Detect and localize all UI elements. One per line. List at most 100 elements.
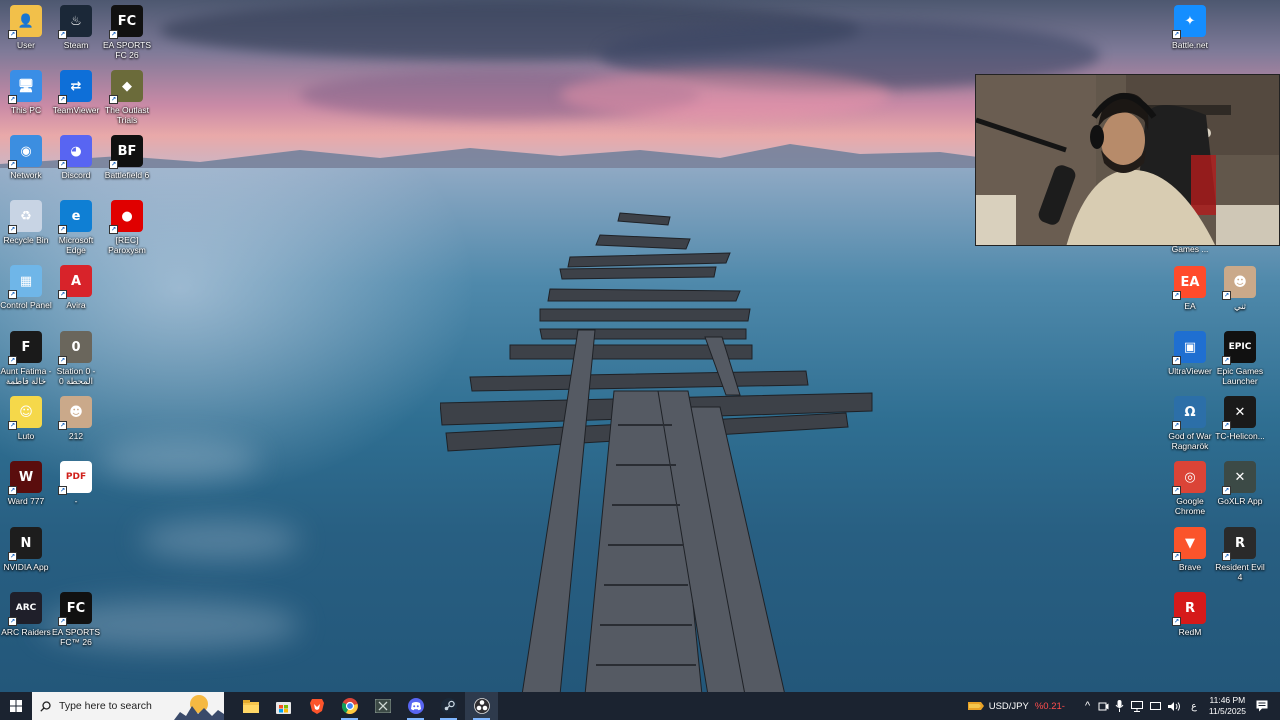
desktop-shortcut-recycle-bin[interactable]: ♻ ↗ Recycle Bin: [0, 200, 52, 262]
desktop-shortcut-label: RedM: [1178, 627, 1202, 637]
ticker-label[interactable]: USD/JPY: [989, 701, 1029, 712]
taskbar-chrome[interactable]: [333, 692, 366, 720]
desktop-shortcut-ward-777[interactable]: W ↗ Ward 777: [0, 461, 52, 523]
clock[interactable]: 11:46 PM 11/5/2025: [1209, 695, 1246, 717]
notifications-icon[interactable]: [1256, 700, 1268, 712]
ticker-change[interactable]: %0.21-: [1035, 701, 1065, 712]
start-button[interactable]: [0, 692, 32, 720]
shortcut-arrow-icon: ↗: [109, 225, 118, 234]
fc26-icon: FC ↗: [109, 5, 143, 39]
desktop-shortcut-ea-sports-fc-26[interactable]: FC ↗ EA SPORTS FC™ 26: [50, 592, 102, 654]
desktop-shortcut-ultraviewer[interactable]: ▣ ↗ UltraViewer: [1164, 331, 1216, 393]
battlefield-icon: BF ↗: [109, 135, 143, 169]
desktop-shortcut-label: The Outlast Trials: [105, 105, 149, 125]
desktop-shortcut-label: Network: [10, 170, 42, 180]
desktop-shortcut-tc-helicon[interactable]: ✕ ↗ TC-Helicon...: [1214, 396, 1266, 458]
shortcut-arrow-icon: ↗: [8, 356, 17, 365]
god-of-war-icon: Ω ↗: [1172, 396, 1206, 430]
shortcut-arrow-icon: ↗: [1222, 552, 1231, 561]
taskbar-brave[interactable]: [300, 692, 333, 720]
taskbar-obs[interactable]: [465, 692, 498, 720]
desktop-shortcut-212[interactable]: ☻ ↗ 212: [50, 396, 102, 458]
desktop-shortcut-label: Discord: [61, 170, 91, 180]
desktop-shortcut-item[interactable]: PDF ↗ -: [50, 461, 102, 523]
desktop-shortcut-label: Battlefield 6: [104, 170, 150, 180]
taskbar-discord[interactable]: [399, 692, 432, 720]
shortcut-arrow-icon: ↗: [1172, 421, 1181, 430]
brave-icon: ▼ ↗: [1172, 527, 1206, 561]
shortcut-arrow-icon: ↗: [1222, 486, 1231, 495]
desktop-shortcut-label: TC-Helicon...: [1215, 431, 1265, 441]
microphone-icon[interactable]: [1115, 700, 1124, 712]
desktop-shortcut-discord[interactable]: ◕ ↗ Discord: [50, 135, 102, 197]
desktop-shortcut-google-chrome[interactable]: ◎ ↗ Google Chrome: [1164, 461, 1216, 523]
desktop-shortcut-label: Brave: [1178, 562, 1202, 572]
desktop-shortcut-brave[interactable]: ▼ ↗ Brave: [1164, 527, 1216, 589]
taskbar-store[interactable]: [267, 692, 300, 720]
desktop-shortcut-microsoft-edge[interactable]: e ↗ Microsoft Edge: [50, 200, 102, 262]
desktop-shortcut-control-panel[interactable]: ▦ ↗ Control Panel: [0, 265, 52, 327]
desktop-shortcut-network[interactable]: ◉ ↗ Network: [0, 135, 52, 197]
shortcut-arrow-icon: ↗: [109, 30, 118, 39]
desktop-shortcut-battlefield-6[interactable]: BF ↗ Battlefield 6: [101, 135, 153, 197]
desktop-shortcut-label: Avira: [66, 300, 86, 310]
meet-now-icon[interactable]: [1098, 701, 1109, 712]
desktop-shortcut-label: TeamViewer: [52, 105, 100, 115]
desktop-shortcut-the-outlast-trials[interactable]: ◆ ↗ The Outlast Trials: [101, 70, 153, 132]
desktop-shortcut-resident-evil-4[interactable]: R ↗ Resident Evil 4: [1214, 527, 1266, 589]
arc-raiders-icon: ARC ↗: [8, 592, 42, 626]
desktop-shortcut-label: Aunt Fatima - خالة فاطمة: [0, 366, 52, 386]
network-icon[interactable]: [1131, 700, 1144, 712]
desktop-shortcut-label: [REC] Paroxysm: [108, 235, 146, 255]
computer-icon: 🖥 ↗: [8, 70, 42, 104]
station-icon: 0 ↗: [58, 331, 92, 365]
desktop-shortcut-ea-sports-fc-26[interactable]: FC ↗ EA SPORTS FC 26: [101, 5, 153, 67]
currency-ticker-icon: [967, 702, 984, 710]
brave-icon: [309, 699, 324, 714]
chevron-up-icon[interactable]: ^: [1085, 700, 1090, 712]
taskbar-file-explorer[interactable]: [234, 692, 267, 720]
desktop-shortcut-teamviewer[interactable]: ⇄ ↗ TeamViewer: [50, 70, 102, 132]
desktop-shortcut-arc-raiders[interactable]: ARC ↗ ARC Raiders: [0, 592, 52, 654]
desktop-shortcut-nvidia-app[interactable]: N ↗ NVIDIA App: [0, 527, 52, 589]
taskbar-goxlr[interactable]: [366, 692, 399, 720]
desktop-shortcut-this-pc[interactable]: 🖥 ↗ This PC: [0, 70, 52, 132]
desktop-shortcut-epic-games-launcher[interactable]: EPIC ↗ Epic Games Launcher: [1214, 331, 1266, 393]
desktop-shortcut-steam[interactable]: ♨ ↗ Steam: [50, 5, 102, 67]
desktop-shortcut-item[interactable]: ☻ ↗ ثني: [1214, 266, 1266, 328]
re4-icon: R ↗: [1222, 527, 1256, 561]
desktop-shortcut-label: ثني: [1233, 301, 1246, 311]
epic-icon: EPIC ↗: [1222, 331, 1256, 365]
search-placeholder: Type here to search: [59, 700, 152, 712]
desktop-shortcut-user[interactable]: 👤 ↗ User: [0, 5, 52, 67]
desktop-shortcut-label: Control Panel: [0, 300, 52, 310]
desktop-shortcut-rec-paroxysm[interactable]: ● ↗ [REC] Paroxysm: [101, 200, 153, 262]
shortcut-arrow-icon: ↗: [1222, 421, 1231, 430]
wallpaper-mist: [140, 520, 300, 560]
taskbar-search-box[interactable]: Type here to search: [32, 692, 224, 720]
display-icon[interactable]: [1150, 701, 1162, 712]
control-panel-icon: ▦ ↗: [8, 265, 42, 299]
shortcut-arrow-icon: ↗: [1222, 356, 1231, 365]
volume-icon[interactable]: [1168, 701, 1181, 712]
desktop-shortcut-label: GoXLR App: [1217, 496, 1263, 506]
desktop-shortcut-god-of-war-ragnar-k[interactable]: Ω ↗ God of War Ragnarök: [1164, 396, 1216, 458]
desktop-shortcut-label: EA SPORTS FC 26: [102, 40, 152, 60]
photo-icon: ☻ ↗: [1222, 266, 1256, 300]
input-language[interactable]: ع: [1191, 701, 1197, 712]
desktop-shortcut-aunt-fatima[interactable]: F ↗ Aunt Fatima - خالة فاطمة: [0, 331, 52, 393]
ea-icon: EA ↗: [1172, 266, 1206, 300]
steam-icon: [440, 698, 457, 714]
desktop-shortcut-redm[interactable]: R ↗ RedM: [1164, 592, 1216, 654]
shortcut-arrow-icon: ↗: [1172, 486, 1181, 495]
taskbar-steam[interactable]: [432, 692, 465, 720]
desktop-shortcut-avira[interactable]: A ↗ Avira: [50, 265, 102, 327]
steam-icon: ♨ ↗: [58, 5, 92, 39]
wallpaper-mist: [100, 440, 260, 480]
desktop-shortcut-station-0-0[interactable]: 0 ↗ Station 0 - المحطة 0: [50, 331, 102, 393]
desktop-shortcut-goxlr-app[interactable]: ✕ ↗ GoXLR App: [1214, 461, 1266, 523]
desktop-shortcut-battle-net[interactable]: ✦ ↗ Battle.net: [1164, 5, 1216, 67]
desktop-shortcut-luto[interactable]: ☺ ↗ Luto: [0, 396, 52, 458]
obs-icon: [473, 698, 490, 714]
desktop-shortcut-ea[interactable]: EA ↗ EA: [1164, 266, 1216, 328]
